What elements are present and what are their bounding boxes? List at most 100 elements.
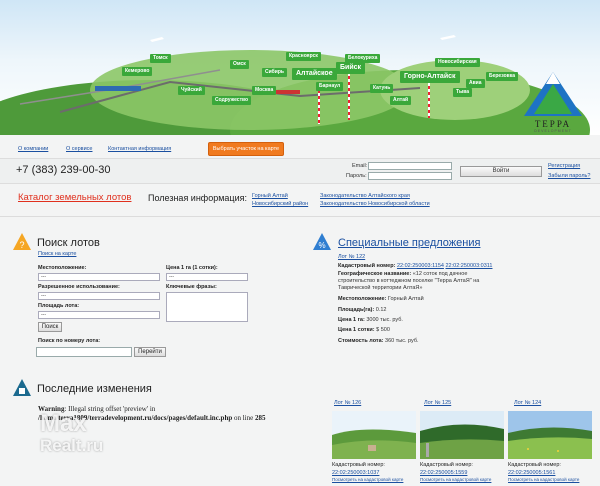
location-select[interactable]: --- <box>38 273 160 281</box>
banner-sign: Томск <box>150 54 171 63</box>
usage-label: Разрешенное использование: <box>38 284 120 290</box>
recent-changes-title: Последние изменения <box>37 383 152 395</box>
banner-sign: Авиа <box>466 79 485 88</box>
price-select[interactable]: --- <box>166 273 248 281</box>
price-sotka-value: $ 500 <box>376 327 390 333</box>
card-cad-link[interactable]: 22:02:250005:1559 <box>420 470 467 476</box>
special-lot-link[interactable]: Лот № 122 <box>338 254 365 260</box>
banner-sign: Барнаул <box>316 82 344 91</box>
card-cad-link[interactable]: 22:02:250003:1037 <box>332 470 379 476</box>
password-field[interactable] <box>368 172 452 180</box>
forgot-password-link[interactable]: Забыли пароль? <box>548 173 590 179</box>
card-cad-link[interactable]: 22:02:250005:1561 <box>508 470 555 476</box>
register-link[interactable]: Регистрация <box>548 163 580 169</box>
area-label: Площадь лота: <box>38 303 80 309</box>
banner-sign: Горно-Алтайск <box>400 71 460 83</box>
useful-link-law-altai[interactable]: Законодательство Алтайского края <box>320 193 410 199</box>
watermark-realt: Realt.ru <box>40 436 104 455</box>
banner-sign: Кемерово <box>122 67 153 76</box>
card-map-link[interactable]: Посмотреть на кадастровой карте <box>332 477 403 482</box>
login-button[interactable]: Войти <box>460 166 542 177</box>
phone-number: +7 (383) 239-00-30 <box>16 164 111 176</box>
card-map-link[interactable]: Посмотреть на кадастровой карте <box>508 477 579 482</box>
recent-lot-link[interactable]: Лот № 125 <box>424 400 451 406</box>
special-offers-title[interactable]: Специальные предложения <box>338 237 480 249</box>
banner-sign: Чуйский <box>178 86 205 95</box>
location-info-label: Местоположение: <box>338 296 387 302</box>
svg-text:?: ? <box>19 240 24 250</box>
lot-photo[interactable] <box>420 411 504 459</box>
pick-on-map-button[interactable]: Выбрать участок на карте <box>208 142 284 156</box>
top-nav: О компании О сервисе Контактная информац… <box>0 140 600 157</box>
price-label: Цена 1 га (1 сотки): <box>166 265 218 271</box>
catalog-link[interactable]: Каталог земельных лотов <box>18 192 131 203</box>
banner-sign: Омск <box>230 60 249 69</box>
banner-sign: Березовка <box>486 72 518 81</box>
mountain-logo-icon <box>524 72 582 116</box>
warning-line: 285 <box>254 414 266 422</box>
email-field[interactable] <box>368 162 452 170</box>
area-select[interactable]: --- <box>38 311 160 319</box>
usage-select[interactable]: --- <box>38 292 160 300</box>
location-info-value: Горный Алтай <box>387 296 424 302</box>
banner-sign: Красноярск <box>286 52 321 61</box>
price-sotka-label: Цена 1 сотки: <box>338 327 375 333</box>
useful-link-law-novosibirsk[interactable]: Законодательство Новосибирской области <box>320 201 430 207</box>
banner-sign: Алтай <box>390 96 412 105</box>
cad-number-link-1[interactable]: 22:02:250003:1154 <box>397 263 444 269</box>
email-label: Email: <box>352 163 368 169</box>
lot-number-input[interactable] <box>36 347 132 357</box>
search-title: Поиск лотов <box>37 237 100 249</box>
recent-lot-link[interactable]: Лот № 124 <box>514 400 541 406</box>
nav-contacts[interactable]: Контактная информация <box>108 146 171 152</box>
lot-cost-value: 360 тыс. руб. <box>385 338 419 344</box>
recent-lot-link[interactable]: Лот № 126 <box>334 400 361 406</box>
recent-changes-icon <box>12 378 32 398</box>
lot-photo[interactable] <box>508 411 592 459</box>
card-cad-label: Кадастровый номер: <box>332 462 385 468</box>
nav-about[interactable]: О компании <box>18 146 48 152</box>
area-info-value: 0.12 <box>375 307 387 313</box>
terra-logo[interactable]: ТЕРРА DEVELOPMENT <box>522 70 584 133</box>
banner-sign: Катунь <box>370 84 394 93</box>
search-section-icon: ? <box>12 232 32 252</box>
lot-photo[interactable] <box>332 411 416 459</box>
warning-line-prefix: on line <box>233 414 254 422</box>
banner-sign: Алтайское <box>292 68 337 80</box>
watermark-max: Max <box>40 410 87 437</box>
special-offers-icon: % <box>312 232 332 252</box>
price-ga-label: Цена 1 га: <box>338 317 365 323</box>
banner-sign: Новосибирская <box>435 58 480 67</box>
geo-name-label: Географическое название: <box>338 271 412 277</box>
area-info-label: Площадь(га): <box>338 307 375 313</box>
header-banner: Алтайское Бийск Горно-Алтайск Новосибирс… <box>0 0 600 135</box>
search-on-map-link[interactable]: Поиск на карте <box>38 251 76 257</box>
divider <box>0 216 600 217</box>
search-button[interactable]: Поиск <box>38 322 62 332</box>
banner-sign: Тыва <box>453 88 473 97</box>
card-map-link[interactable]: Посмотреть на кадастровой карте <box>420 477 491 482</box>
price-ga-value: 3000 тыс. руб. <box>366 317 403 323</box>
card-cad-label: Кадастровый номер: <box>508 462 561 468</box>
keywords-label: Ключевые фразы: <box>166 284 217 290</box>
go-button[interactable]: Перейти <box>134 347 166 357</box>
keywords-textarea[interactable] <box>166 292 248 322</box>
useful-link-novosibirsk[interactable]: Новосибирский район <box>252 201 308 207</box>
nav-services[interactable]: О сервисе <box>66 146 92 152</box>
useful-link-gorny-altai[interactable]: Горный Алтай <box>252 193 288 199</box>
logo-text: ТЕРРА <box>534 119 572 129</box>
location-label: Местоположение: <box>38 265 87 271</box>
password-label: Пароль: <box>346 173 367 179</box>
svg-text:%: % <box>318 241 325 250</box>
cad-number-label: Кадастровый номер: <box>338 263 396 269</box>
banner-sign: Белокуриха <box>345 54 381 63</box>
banner-sign: Бийск <box>336 62 366 74</box>
card-cad-label: Кадастровый номер: <box>420 462 473 468</box>
banner-sign: Содружество <box>212 96 252 105</box>
useful-info-label: Полезная информация: <box>148 193 247 203</box>
lot-cost-label: Стоимость лота: <box>338 338 384 344</box>
banner-sign: Сибирь <box>262 68 287 77</box>
logo-subtext: DEVELOPMENT <box>534 129 572 133</box>
banner-sign: Москва <box>252 86 277 95</box>
cad-number-link-2[interactable]: 22:02:250003:0311 <box>445 263 492 269</box>
